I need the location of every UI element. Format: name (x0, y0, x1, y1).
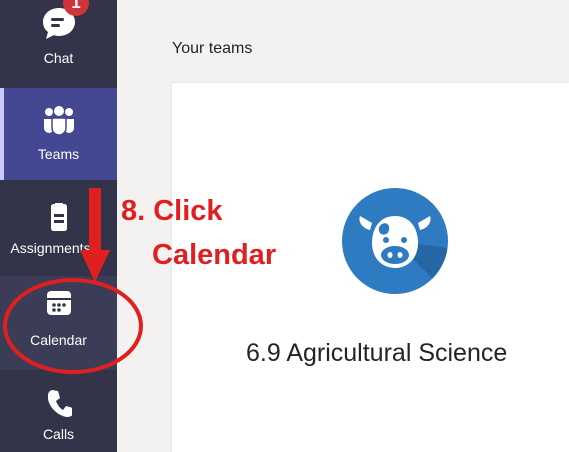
rail-item-label: Calls (42, 426, 75, 442)
teams-icon (42, 106, 76, 141)
rail-item-chat[interactable]: 1 Chat (0, 0, 117, 82)
team-avatar[interactable] (342, 188, 448, 294)
rail-item-teams[interactable]: Teams (0, 88, 117, 180)
annotation-step: 8. Click (121, 195, 223, 227)
annotation-ellipse (3, 278, 143, 374)
page-title: Your teams (172, 40, 253, 57)
annotation-target: Calendar (152, 239, 277, 271)
team-name[interactable]: 6.9 Agricultural Science (246, 339, 507, 368)
rail-item-calls[interactable]: Calls (0, 374, 117, 452)
annotation-arrow (80, 188, 110, 282)
rail-item-label: Teams (37, 146, 80, 162)
cow-icon (359, 216, 448, 294)
phone-icon (46, 388, 73, 423)
rail-item-label: Chat (43, 50, 74, 66)
assignments-icon (47, 200, 71, 237)
